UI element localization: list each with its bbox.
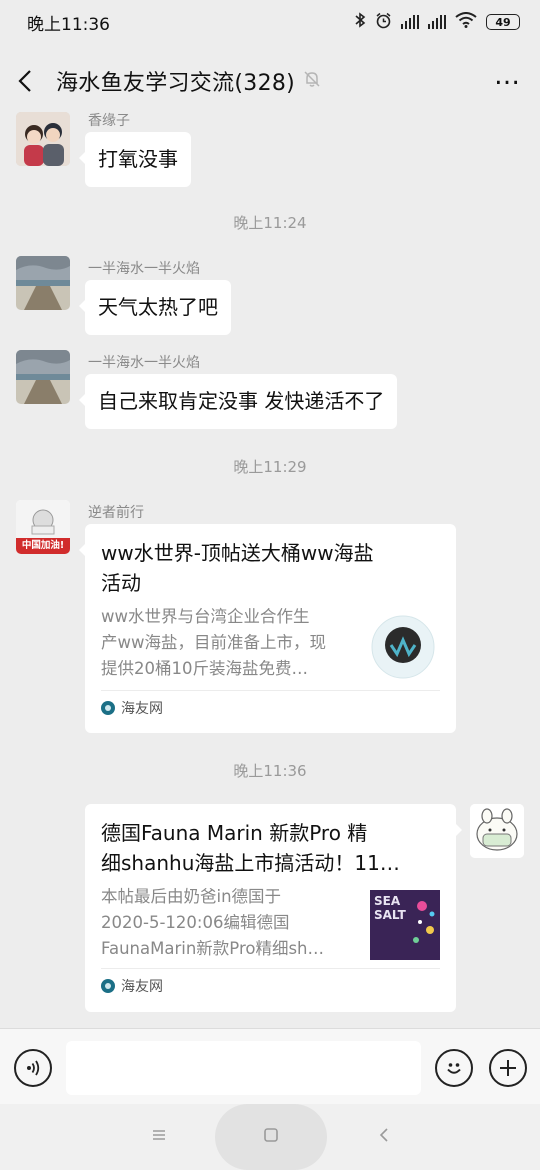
emoji-button[interactable] [435, 1049, 473, 1087]
back-icon [18, 70, 31, 92]
sender-name: 逆者前行 [88, 505, 144, 521]
wifi-icon [455, 12, 477, 32]
card-source: 海友网 [101, 968, 440, 1002]
avatar[interactable] [16, 256, 70, 310]
message-bubble[interactable]: 天气太热了吧 [79, 280, 231, 335]
battery-icon: 49 [486, 14, 520, 30]
message-bubble[interactable]: 自己来取肯定没事 发快递活不了 [78, 374, 398, 429]
mute-bell-icon [303, 70, 321, 92]
card-description: 本帖最后由奶爸in德国于 2020-5-120:06编辑德国 FaunaMari… [101, 887, 325, 958]
more-icon[interactable]: … [494, 63, 522, 99]
card-thumbnail: SEA SALT [370, 890, 440, 960]
back-button[interactable] [18, 61, 48, 101]
card-thumbnail [370, 614, 440, 684]
status-icons: 49 [354, 12, 520, 33]
system-nav-bar [0, 1104, 540, 1170]
avatar[interactable]: 中国加油! [16, 500, 70, 554]
message-bubble[interactable]: 打氧没事 [79, 132, 191, 187]
card-source: 海友网 [101, 690, 440, 724]
avatar[interactable] [16, 350, 70, 404]
avatar-caption: 中国加油! [21, 540, 65, 551]
emoji-icon [447, 1063, 461, 1074]
page-title: 海水鱼友学习交流(328) [56, 71, 296, 96]
card-title: 德国Fauna Marin 新款Pro 精 细shanhu海盐上市搞活动！11… [101, 821, 400, 875]
sender-name: 一半海水一半火焰 [88, 355, 200, 371]
status-bar: 晚上11:36 49 [0, 0, 540, 44]
thumbnail-text: SEA SALT [374, 894, 406, 922]
alarm-icon [375, 12, 392, 33]
more-actions-button[interactable] [489, 1049, 527, 1087]
link-card[interactable]: ww水世界-顶帖送大桶ww海盐 活动 ww水世界与台湾企业合作生 产ww海盐，目… [79, 524, 456, 733]
input-bar [0, 1028, 540, 1104]
timestamp: 晚上11:36 [233, 762, 307, 780]
plus-icon [500, 1060, 516, 1076]
source-logo-icon [101, 700, 115, 715]
chat-header: 海水鱼友学习交流(328) … [0, 56, 540, 106]
nav-back-icon[interactable] [376, 1126, 394, 1148]
avatar[interactable] [16, 112, 70, 166]
signal-icon [401, 15, 419, 29]
chat-history[interactable]: 香缘子 打氧没事 晚上11:24 一半海水一半火焰 天气太热了吧 一半海水一半火… [0, 106, 540, 1028]
home-icon[interactable] [262, 1126, 280, 1148]
bluetooth-icon [354, 12, 366, 32]
timestamp: 晚上11:29 [233, 458, 307, 476]
sender-name: 香缘子 [88, 113, 130, 129]
signal-icon [428, 15, 446, 29]
menu-icon[interactable] [150, 1126, 168, 1148]
source-logo-icon [101, 978, 115, 993]
card-title: ww水世界-顶帖送大桶ww海盐 活动 [101, 541, 374, 595]
timestamp: 晚上11:24 [233, 214, 307, 232]
sender-name: 一半海水一半火焰 [88, 261, 200, 277]
avatar[interactable] [470, 804, 524, 858]
message-input[interactable] [66, 1041, 421, 1095]
voice-button[interactable] [14, 1049, 52, 1087]
status-time: 晚上11:36 [27, 14, 110, 35]
voice-icon [27, 1060, 40, 1076]
card-description: ww水世界与台湾企业合作生 产ww海盐，目前准备上市，现 提供20桶10斤装海盐… [101, 607, 326, 678]
link-card[interactable]: 德国Fauna Marin 新款Pro 精 细shanhu海盐上市搞活动！11…… [85, 804, 462, 1012]
